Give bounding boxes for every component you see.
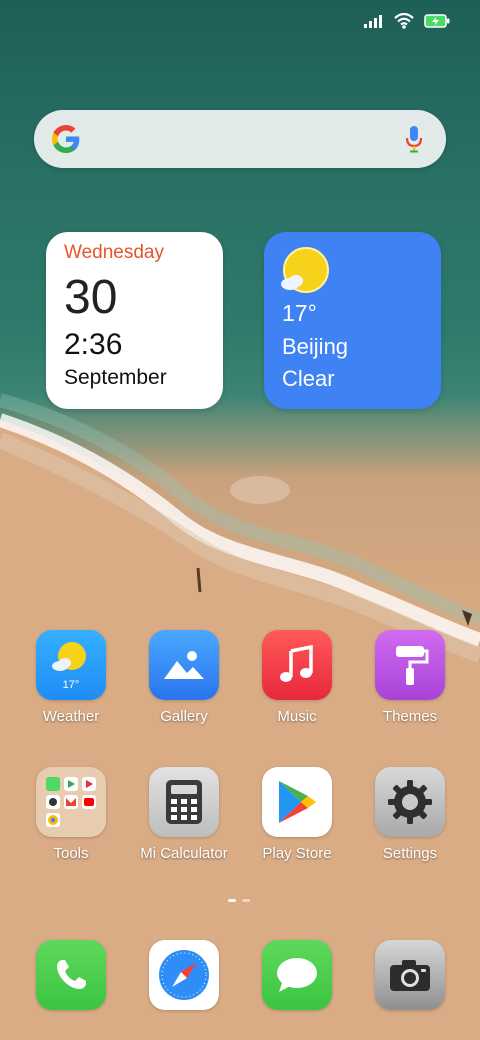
- app-label: Mi Calculator: [140, 845, 228, 862]
- calculator-icon: [149, 767, 219, 837]
- month-label: September: [64, 366, 167, 389]
- day-of-month: 30: [64, 271, 118, 324]
- tools-folder-icon: [36, 767, 106, 837]
- status-bar: [364, 10, 450, 32]
- page-dot: [242, 899, 250, 902]
- app-label: Weather: [42, 708, 100, 725]
- phone-icon: [36, 940, 106, 1010]
- app-label: Music: [277, 708, 317, 725]
- gear-icon: [375, 767, 445, 837]
- dock-camera[interactable]: [360, 940, 460, 1010]
- wifi-icon: [394, 13, 414, 29]
- app-music[interactable]: Music: [247, 630, 347, 725]
- app-gallery[interactable]: Gallery: [134, 630, 234, 725]
- app-settings[interactable]: Settings: [360, 767, 460, 862]
- browser-compass-icon: [149, 940, 219, 1010]
- play-store-icon: [262, 767, 332, 837]
- dock-browser[interactable]: [134, 940, 234, 1010]
- page-indicator: [228, 899, 250, 902]
- messages-icon: [262, 940, 332, 1010]
- clock-date-widget[interactable]: Wednesday 30 2:36 September: [46, 232, 223, 409]
- weather-city: Beijing: [282, 334, 349, 359]
- app-label: Themes: [382, 708, 438, 725]
- gallery-icon: [149, 630, 219, 700]
- weather-app-icon: 17°: [36, 630, 106, 700]
- signal-icon: [364, 15, 382, 28]
- search-bar[interactable]: [34, 110, 446, 168]
- app-play-store[interactable]: Play Store: [247, 767, 347, 862]
- sunny-cloud-icon: [281, 247, 329, 293]
- app-mi-calculator[interactable]: Mi Calculator: [134, 767, 234, 862]
- app-weather[interactable]: 17° Weather: [21, 630, 121, 725]
- app-label: Settings: [382, 845, 438, 862]
- camera-icon: [375, 940, 445, 1010]
- weather-app-temp: 17°: [62, 679, 80, 691]
- google-g-icon: [52, 125, 80, 153]
- weather-widget[interactable]: 17° Beijing Clear: [264, 232, 441, 409]
- app-label: Play Store: [262, 845, 332, 862]
- app-tools-folder[interactable]: Tools: [21, 767, 121, 862]
- weekday-label: Wednesday: [64, 242, 164, 263]
- weather-condition: Clear: [282, 366, 335, 391]
- page-dot-active: [228, 899, 236, 902]
- weather-temperature: 17°: [282, 300, 317, 326]
- dock-phone[interactable]: [21, 940, 121, 1010]
- paint-roller-icon: [375, 630, 445, 700]
- app-label: Tools: [53, 845, 89, 862]
- music-note-icon: [262, 630, 332, 700]
- microphone-icon[interactable]: [404, 124, 424, 154]
- dock-messages[interactable]: [247, 940, 347, 1010]
- battery-charging-icon: [424, 14, 450, 28]
- clock-time: 2:36: [64, 328, 123, 361]
- app-label: Gallery: [160, 708, 208, 725]
- app-themes[interactable]: Themes: [360, 630, 460, 725]
